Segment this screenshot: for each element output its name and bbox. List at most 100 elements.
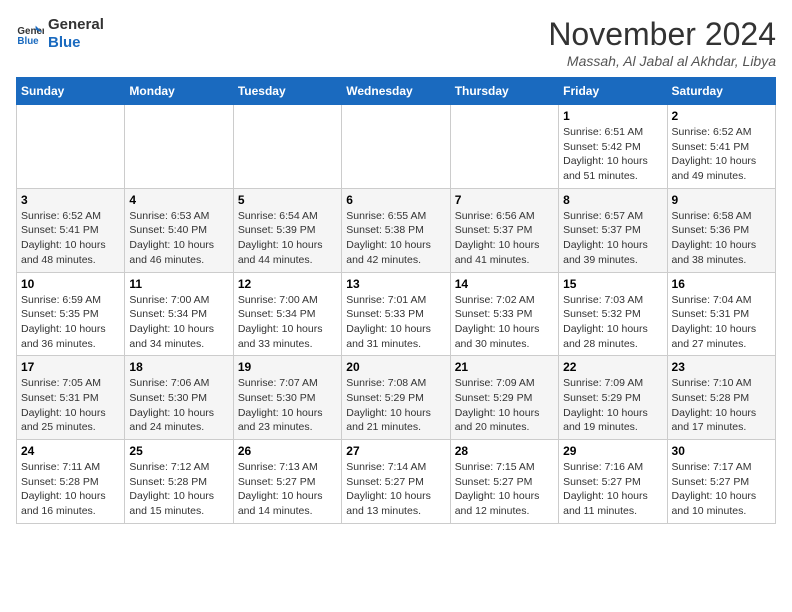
day-info: Sunrise: 7:13 AM Sunset: 5:27 PM Dayligh… xyxy=(238,460,337,519)
calendar-cell: 9 Sunrise: 6:58 AM Sunset: 5:36 PM Daylig… xyxy=(667,188,775,272)
day-number: 7 xyxy=(455,193,554,207)
day-number: 30 xyxy=(672,444,771,458)
calendar-cell: 19 Sunrise: 7:07 AM Sunset: 5:30 PM Dayli… xyxy=(233,356,341,440)
day-number: 16 xyxy=(672,277,771,291)
calendar-cell: 8Sunrise: 6:57 AM Sunset: 5:37 PM Daylig… xyxy=(559,188,667,272)
calendar-cell: 10 Sunrise: 6:59 AM Sunset: 5:35 PM Dayli… xyxy=(17,272,125,356)
calendar-cell: 17 Sunrise: 7:05 AM Sunset: 5:31 PM Dayli… xyxy=(17,356,125,440)
day-number: 9 xyxy=(672,193,771,207)
calendar-cell: 2 Sunrise: 6:52 AM Sunset: 5:41 PM Daylig… xyxy=(667,105,775,189)
day-info: Sunrise: 7:06 AM Sunset: 5:30 PM Dayligh… xyxy=(129,376,228,435)
calendar-cell xyxy=(233,105,341,189)
calendar-cell: 18 Sunrise: 7:06 AM Sunset: 5:30 PM Dayli… xyxy=(125,356,233,440)
day-info: Sunrise: 7:08 AM Sunset: 5:29 PM Dayligh… xyxy=(346,376,445,435)
calendar-cell: 24 Sunrise: 7:11 AM Sunset: 5:28 PM Dayli… xyxy=(17,440,125,524)
calendar-cell: 20 Sunrise: 7:08 AM Sunset: 5:29 PM Dayli… xyxy=(342,356,450,440)
day-info: Sunrise: 6:55 AM Sunset: 5:38 PM Dayligh… xyxy=(346,209,445,268)
day-number: 19 xyxy=(238,360,337,374)
header-tuesday: Tuesday xyxy=(233,78,341,105)
header-sunday: Sunday xyxy=(17,78,125,105)
calendar-cell: 11Sunrise: 7:00 AM Sunset: 5:34 PM Dayli… xyxy=(125,272,233,356)
day-info: Sunrise: 7:10 AM Sunset: 5:28 PM Dayligh… xyxy=(672,376,771,435)
day-number: 5 xyxy=(238,193,337,207)
calendar-cell: 3Sunrise: 6:52 AM Sunset: 5:41 PM Daylig… xyxy=(17,188,125,272)
day-info: Sunrise: 7:04 AM Sunset: 5:31 PM Dayligh… xyxy=(672,293,771,352)
calendar-cell: 22Sunrise: 7:09 AM Sunset: 5:29 PM Dayli… xyxy=(559,356,667,440)
calendar-cell: 14 Sunrise: 7:02 AM Sunset: 5:33 PM Dayli… xyxy=(450,272,558,356)
month-title: November 2024 xyxy=(548,16,776,53)
day-info: Sunrise: 7:09 AM Sunset: 5:29 PM Dayligh… xyxy=(455,376,554,435)
calendar-cell: 27Sunrise: 7:14 AM Sunset: 5:27 PM Dayli… xyxy=(342,440,450,524)
day-number: 4 xyxy=(129,193,228,207)
logo-general: General xyxy=(48,16,104,34)
day-number: 20 xyxy=(346,360,445,374)
day-number: 26 xyxy=(238,444,337,458)
header-friday: Friday xyxy=(559,78,667,105)
day-info: Sunrise: 7:11 AM Sunset: 5:28 PM Dayligh… xyxy=(21,460,120,519)
calendar-table: Sunday Monday Tuesday Wednesday Thursday… xyxy=(16,77,776,524)
day-number: 23 xyxy=(672,360,771,374)
header-thursday: Thursday xyxy=(450,78,558,105)
day-info: Sunrise: 6:53 AM Sunset: 5:40 PM Dayligh… xyxy=(129,209,228,268)
day-number: 15 xyxy=(563,277,662,291)
day-info: Sunrise: 7:02 AM Sunset: 5:33 PM Dayligh… xyxy=(455,293,554,352)
logo-blue: Blue xyxy=(48,34,104,52)
day-number: 3 xyxy=(21,193,120,207)
day-number: 12 xyxy=(238,277,337,291)
day-info: Sunrise: 7:09 AM Sunset: 5:29 PM Dayligh… xyxy=(563,376,662,435)
day-number: 17 xyxy=(21,360,120,374)
calendar-cell: 28Sunrise: 7:15 AM Sunset: 5:27 PM Dayli… xyxy=(450,440,558,524)
location: Massah, Al Jabal al Akhdar, Libya xyxy=(548,53,776,69)
calendar-cell: 30 Sunrise: 7:17 AM Sunset: 5:27 PM Dayli… xyxy=(667,440,775,524)
header-saturday: Saturday xyxy=(667,78,775,105)
day-number: 1 xyxy=(563,109,662,123)
header-wednesday: Wednesday xyxy=(342,78,450,105)
day-info: Sunrise: 7:07 AM Sunset: 5:30 PM Dayligh… xyxy=(238,376,337,435)
day-number: 10 xyxy=(21,277,120,291)
calendar-cell: 25 Sunrise: 7:12 AM Sunset: 5:28 PM Dayli… xyxy=(125,440,233,524)
day-info: Sunrise: 6:51 AM Sunset: 5:42 PM Dayligh… xyxy=(563,125,662,184)
calendar-cell xyxy=(17,105,125,189)
day-info: Sunrise: 6:58 AM Sunset: 5:36 PM Dayligh… xyxy=(672,209,771,268)
day-number: 14 xyxy=(455,277,554,291)
header-monday: Monday xyxy=(125,78,233,105)
logo: General Blue General Blue xyxy=(16,16,104,52)
day-info: Sunrise: 7:03 AM Sunset: 5:32 PM Dayligh… xyxy=(563,293,662,352)
day-info: Sunrise: 7:00 AM Sunset: 5:34 PM Dayligh… xyxy=(129,293,228,352)
calendar-cell: 26 Sunrise: 7:13 AM Sunset: 5:27 PM Dayli… xyxy=(233,440,341,524)
day-info: Sunrise: 6:56 AM Sunset: 5:37 PM Dayligh… xyxy=(455,209,554,268)
day-number: 18 xyxy=(129,360,228,374)
calendar-cell: 13Sunrise: 7:01 AM Sunset: 5:33 PM Dayli… xyxy=(342,272,450,356)
day-number: 24 xyxy=(21,444,120,458)
day-number: 25 xyxy=(129,444,228,458)
calendar-cell: 6 Sunrise: 6:55 AM Sunset: 5:38 PM Daylig… xyxy=(342,188,450,272)
calendar-header-row: Sunday Monday Tuesday Wednesday Thursday… xyxy=(17,78,776,105)
day-info: Sunrise: 6:52 AM Sunset: 5:41 PM Dayligh… xyxy=(672,125,771,184)
day-number: 2 xyxy=(672,109,771,123)
day-info: Sunrise: 7:14 AM Sunset: 5:27 PM Dayligh… xyxy=(346,460,445,519)
logo-icon: General Blue xyxy=(16,20,44,48)
calendar-cell: 16 Sunrise: 7:04 AM Sunset: 5:31 PM Dayli… xyxy=(667,272,775,356)
day-info: Sunrise: 6:59 AM Sunset: 5:35 PM Dayligh… xyxy=(21,293,120,352)
calendar-cell: 5 Sunrise: 6:54 AM Sunset: 5:39 PM Daylig… xyxy=(233,188,341,272)
day-info: Sunrise: 7:17 AM Sunset: 5:27 PM Dayligh… xyxy=(672,460,771,519)
day-number: 13 xyxy=(346,277,445,291)
calendar-cell: 1 Sunrise: 6:51 AM Sunset: 5:42 PM Daylig… xyxy=(559,105,667,189)
calendar-cell: 15 Sunrise: 7:03 AM Sunset: 5:32 PM Dayli… xyxy=(559,272,667,356)
day-info: Sunrise: 7:15 AM Sunset: 5:27 PM Dayligh… xyxy=(455,460,554,519)
day-number: 6 xyxy=(346,193,445,207)
day-info: Sunrise: 6:57 AM Sunset: 5:37 PM Dayligh… xyxy=(563,209,662,268)
calendar-cell: 7 Sunrise: 6:56 AM Sunset: 5:37 PM Daylig… xyxy=(450,188,558,272)
title-section: November 2024 Massah, Al Jabal al Akhdar… xyxy=(548,16,776,69)
svg-text:Blue: Blue xyxy=(17,36,39,47)
day-info: Sunrise: 7:16 AM Sunset: 5:27 PM Dayligh… xyxy=(563,460,662,519)
page-header: General Blue General Blue November 2024 … xyxy=(16,16,776,69)
day-info: Sunrise: 7:00 AM Sunset: 5:34 PM Dayligh… xyxy=(238,293,337,352)
day-info: Sunrise: 6:54 AM Sunset: 5:39 PM Dayligh… xyxy=(238,209,337,268)
calendar-cell xyxy=(342,105,450,189)
calendar-cell xyxy=(450,105,558,189)
day-info: Sunrise: 7:12 AM Sunset: 5:28 PM Dayligh… xyxy=(129,460,228,519)
day-number: 21 xyxy=(455,360,554,374)
day-info: Sunrise: 7:05 AM Sunset: 5:31 PM Dayligh… xyxy=(21,376,120,435)
calendar-cell: 21 Sunrise: 7:09 AM Sunset: 5:29 PM Dayli… xyxy=(450,356,558,440)
